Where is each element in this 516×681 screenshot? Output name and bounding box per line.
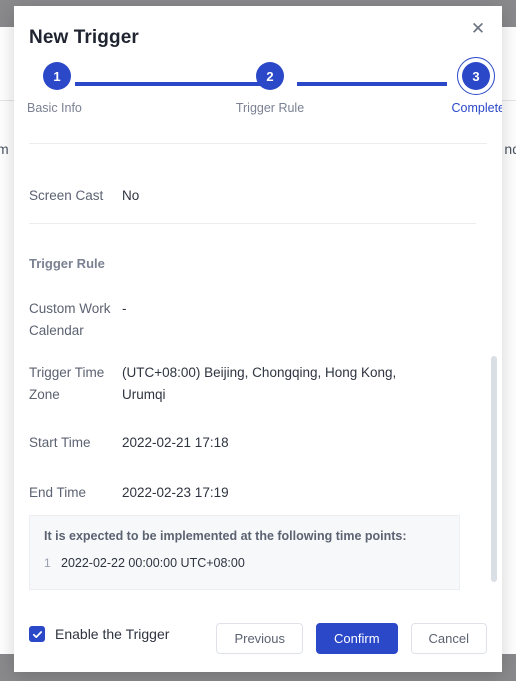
summary-scroll-area[interactable]: Screen Cast No Trigger Rule Custom Work … (14, 152, 502, 600)
field-label: End Time (29, 485, 87, 500)
item-index: 1 (44, 556, 51, 570)
checkbox-checked-icon (29, 626, 45, 642)
dialog-title: New Trigger (29, 27, 139, 48)
enable-trigger-checkbox[interactable]: Enable the Trigger (29, 626, 169, 642)
field-label: Start Time (29, 435, 91, 450)
cancel-button[interactable]: Cancel (410, 623, 487, 654)
step-label: Trigger Rule (235, 101, 305, 115)
vertical-scrollbar[interactable] (491, 152, 497, 600)
field-custom-work-calendar: Custom Work Calendar - (29, 298, 127, 342)
field-value: No (122, 188, 140, 203)
confirm-button[interactable]: Confirm (316, 623, 398, 654)
stepper-step-trigger-rule[interactable]: 2 Trigger Rule (220, 62, 320, 115)
field-screen-cast: Screen Cast No (29, 185, 139, 207)
step-label: Complete (451, 101, 503, 115)
new-trigger-dialog: ✕ New Trigger 1 Basic Info 2 Trigger Rul… (14, 6, 502, 672)
field-value: 2022-02-21 17:18 (122, 435, 229, 450)
step-number-badge: 2 (256, 62, 284, 90)
wizard-stepper: 1 Basic Info 2 Trigger Rule 3 Complete (27, 57, 502, 126)
field-trigger-time-zone: Trigger Time Zone (UTC+08:00) Beijing, C… (29, 362, 442, 406)
stepper-step-basic-info[interactable]: 1 Basic Info (25, 62, 125, 115)
scrollbar-thumb[interactable] (491, 356, 497, 582)
field-value: - (122, 301, 127, 316)
field-start-time: Start Time 2022-02-21 17:18 (29, 432, 229, 454)
background-text-right: nd (504, 141, 516, 157)
field-value: (UTC+08:00) Beijing, Chongqing, Hong Kon… (122, 365, 397, 402)
background-text-left: m (0, 141, 9, 157)
expected-time-point-item: 1 2022-02-22 00:00:00 UTC+08:00 (44, 556, 245, 570)
step-number-badge: 1 (43, 62, 71, 90)
footer-button-group: Previous Confirm Cancel (216, 623, 487, 654)
checkbox-label: Enable the Trigger (55, 626, 170, 642)
item-text: 2022-02-22 00:00:00 UTC+08:00 (61, 556, 245, 570)
field-label: Screen Cast (29, 188, 104, 203)
field-label: Trigger Time Zone (29, 365, 105, 402)
expected-time-points-title: It is expected to be implemented at the … (44, 529, 407, 543)
close-icon[interactable]: ✕ (464, 14, 492, 42)
expected-time-points-box: It is expected to be implemented at the … (29, 515, 460, 590)
stepper-step-complete[interactable]: 3 Complete (407, 57, 503, 115)
divider-top (29, 143, 487, 144)
field-value: 2022-02-23 17:19 (122, 485, 229, 500)
background-divider-right (502, 100, 516, 101)
divider-middle (29, 223, 476, 224)
background-divider-left (0, 100, 14, 101)
background-page-left-edge (0, 14, 15, 654)
previous-button[interactable]: Previous (216, 623, 304, 654)
step-label: Basic Info (27, 101, 82, 115)
step-number-badge: 3 (457, 57, 495, 95)
section-title-trigger-rule: Trigger Rule (29, 256, 105, 271)
field-label: Custom Work Calendar (29, 301, 111, 338)
dialog-footer: Enable the Trigger Previous Confirm Canc… (14, 600, 502, 672)
background-page-right-edge (501, 14, 516, 654)
field-end-time: End Time 2022-02-23 17:19 (29, 482, 229, 504)
